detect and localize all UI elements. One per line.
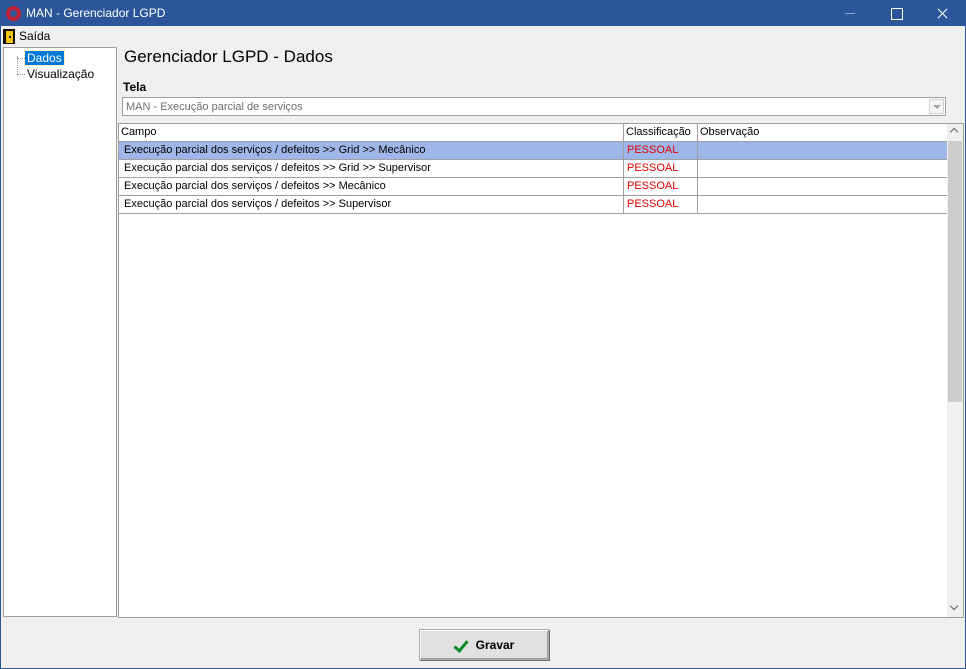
vertical-scrollbar[interactable]	[947, 124, 963, 617]
table-row[interactable]: Execução parcial dos serviços / defeitos…	[119, 142, 948, 160]
cell-observacao[interactable]	[698, 160, 948, 177]
save-button[interactable]: Gravar	[419, 629, 549, 660]
scroll-up-icon[interactable]	[947, 124, 963, 141]
table-row[interactable]: Execução parcial dos serviços / defeitos…	[119, 196, 948, 214]
title-bar[interactable]: MAN - Gerenciador LGPD	[1, 1, 965, 26]
tela-select-value: MAN - Execução parcial de serviços	[126, 101, 303, 113]
app-logo-icon	[6, 6, 21, 21]
close-button[interactable]	[919, 1, 965, 26]
minimize-button[interactable]	[827, 1, 873, 26]
maximize-button[interactable]	[873, 1, 919, 26]
cell-classificacao[interactable]: PESSOAL	[624, 196, 698, 213]
cell-classificacao[interactable]: PESSOAL	[624, 178, 698, 195]
tela-label: Tela	[123, 80, 147, 94]
menu-item-exit[interactable]: Saída	[3, 27, 50, 45]
page-title: Gerenciador LGPD - Dados	[124, 47, 333, 66]
main-window: MAN - Gerenciador LGPD Saída Dados Visua…	[0, 0, 966, 669]
scroll-down-icon[interactable]	[947, 600, 963, 617]
table-row[interactable]: Execução parcial dos serviços / defeitos…	[119, 160, 948, 178]
chevron-down-icon[interactable]	[929, 99, 944, 114]
cell-campo[interactable]: Execução parcial dos serviços / defeitos…	[119, 178, 624, 195]
window-title: MAN - Gerenciador LGPD	[26, 6, 166, 20]
cell-observacao[interactable]	[698, 196, 948, 213]
navigation-tree: Dados Visualização	[3, 47, 117, 617]
cell-campo[interactable]: Execução parcial dos serviços / defeitos…	[119, 196, 624, 213]
cell-classificacao[interactable]: PESSOAL	[624, 160, 698, 177]
column-header-classificacao[interactable]: Classificação	[624, 124, 698, 141]
column-header-observacao[interactable]: Observação	[698, 124, 948, 141]
column-header-campo[interactable]: Campo	[119, 124, 624, 141]
save-button-label: Gravar	[475, 637, 515, 652]
tela-select[interactable]: MAN - Execução parcial de serviços	[122, 97, 946, 116]
scrollbar-thumb[interactable]	[948, 141, 962, 402]
cell-campo[interactable]: Execução parcial dos serviços / defeitos…	[119, 160, 624, 177]
checkmark-icon	[454, 638, 470, 652]
tree-item-dados[interactable]: Dados	[24, 50, 65, 66]
tree-connector	[17, 58, 25, 59]
cell-classificacao[interactable]: PESSOAL	[624, 142, 698, 159]
cell-campo[interactable]: Execução parcial dos serviços / defeitos…	[119, 142, 624, 159]
cell-observacao[interactable]	[698, 178, 948, 195]
menu-exit-label: Saída	[19, 29, 51, 43]
tree-item-visualizacao[interactable]: Visualização	[25, 67, 96, 81]
tree-connector	[17, 74, 25, 75]
grid-header: Campo Classificação Observação	[119, 124, 948, 142]
fields-grid: Campo Classificação Observação Execução …	[118, 123, 964, 618]
cell-observacao[interactable]	[698, 142, 948, 159]
table-row[interactable]: Execução parcial dos serviços / defeitos…	[119, 178, 948, 196]
exit-door-icon	[3, 28, 15, 44]
menu-bar: Saída	[1, 26, 965, 46]
